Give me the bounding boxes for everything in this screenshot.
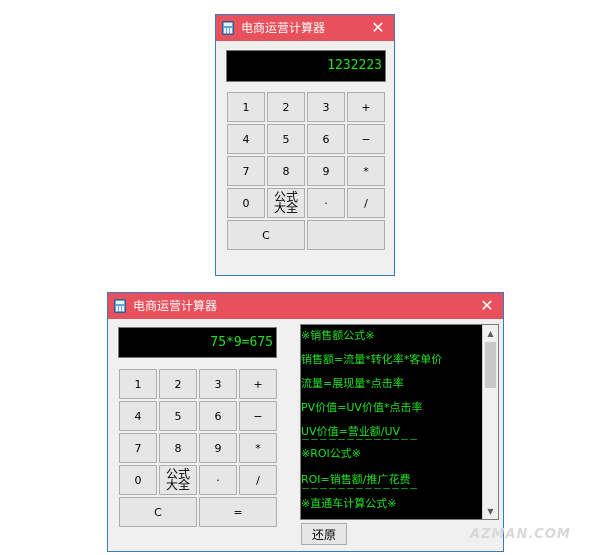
minus-button[interactable]: − xyxy=(239,401,277,431)
scroll-up-icon[interactable]: ▲ xyxy=(483,325,498,341)
digit-4-button[interactable]: 4 xyxy=(119,401,157,431)
digit-9-button[interactable]: 9 xyxy=(307,156,345,186)
digit-6-button[interactable]: 6 xyxy=(307,124,345,154)
formula-list-button[interactable]: 公式 大全 xyxy=(159,465,197,495)
digit-3-button[interactable]: 3 xyxy=(199,369,237,399)
digit-2-button[interactable]: 2 xyxy=(159,369,197,399)
digit-5-button[interactable]: 5 xyxy=(159,401,197,431)
window-title: 电商运营计算器 xyxy=(133,299,218,313)
multiply-button[interactable]: * xyxy=(239,433,277,463)
digit-0-button[interactable]: 0 xyxy=(119,465,157,495)
calculator-window-top: 电商运营计算器 ✕ 1232223 1 2 3 + 4 5 6 − 7 8 9 … xyxy=(215,14,395,276)
digit-1-button[interactable]: 1 xyxy=(119,369,157,399)
formula-line: ※销售额公式※ xyxy=(301,329,375,342)
title-bar[interactable]: 电商运营计算器 ✕ xyxy=(108,293,503,319)
digit-1-button[interactable]: 1 xyxy=(227,92,265,122)
formula-list[interactable]: ※销售额公式※ 销售额=流量*转化率*客单价 流量=展现量*点击率 PV价值=U… xyxy=(300,324,499,520)
digit-0-button[interactable]: 0 xyxy=(227,188,265,218)
digit-3-button[interactable]: 3 xyxy=(307,92,345,122)
calculator-display: 1232223 xyxy=(226,50,386,82)
close-icon[interactable]: ✕ xyxy=(368,18,388,38)
formula-scrollbar[interactable]: ▲ ▼ xyxy=(482,325,498,519)
digit-7-button[interactable]: 7 xyxy=(119,433,157,463)
formula-line: ※直通车计算公式※ xyxy=(301,497,397,510)
digit-8-button[interactable]: 8 xyxy=(159,433,197,463)
scrollbar-thumb[interactable] xyxy=(485,342,496,388)
restore-button[interactable]: 还原 xyxy=(301,523,347,545)
scroll-down-icon[interactable]: ▼ xyxy=(483,503,498,519)
plus-button[interactable]: + xyxy=(347,92,385,122)
watermark: AZMAN.COM xyxy=(470,527,571,542)
close-icon[interactable]: ✕ xyxy=(477,296,497,316)
title-bar[interactable]: 电商运营计算器 ✕ xyxy=(216,15,394,41)
calculator-display: 75*9=675 xyxy=(118,327,277,358)
digit-7-button[interactable]: 7 xyxy=(227,156,265,186)
formula-line: ※ROI公式※ xyxy=(301,447,361,460)
formula-divider: －－－－－－－－－－－－－ xyxy=(301,485,419,495)
equals-button[interactable]: = xyxy=(199,497,277,527)
formula-line: 销售额=流量*转化率*客单价 xyxy=(301,353,443,366)
minus-button[interactable]: − xyxy=(347,124,385,154)
calculator-icon xyxy=(114,299,126,313)
digit-5-button[interactable]: 5 xyxy=(267,124,305,154)
digit-4-button[interactable]: 4 xyxy=(227,124,265,154)
formula-line: 流量=展现量*点击率 xyxy=(301,377,404,390)
clear-button[interactable]: C xyxy=(119,497,197,527)
plus-button[interactable]: + xyxy=(239,369,277,399)
digit-2-button[interactable]: 2 xyxy=(267,92,305,122)
digit-8-button[interactable]: 8 xyxy=(267,156,305,186)
divide-button[interactable]: / xyxy=(347,188,385,218)
decimal-point-button[interactable]: · xyxy=(307,188,345,218)
digit-9-button[interactable]: 9 xyxy=(199,433,237,463)
window-title: 电商运营计算器 xyxy=(241,21,326,35)
clear-button[interactable]: C xyxy=(227,220,305,250)
formula-list-button[interactable]: 公式 大全 xyxy=(267,188,305,218)
equals-button[interactable] xyxy=(307,220,385,250)
formula-line: PV价值=UV价值*点击率 xyxy=(301,401,423,414)
digit-6-button[interactable]: 6 xyxy=(199,401,237,431)
decimal-point-button[interactable]: · xyxy=(199,465,237,495)
multiply-button[interactable]: * xyxy=(347,156,385,186)
divide-button[interactable]: / xyxy=(239,465,277,495)
calculator-icon xyxy=(222,21,234,35)
calculator-window-bottom: 电商运营计算器 ✕ 75*9=675 1 2 3 + 4 5 6 − 7 8 9… xyxy=(107,292,504,552)
